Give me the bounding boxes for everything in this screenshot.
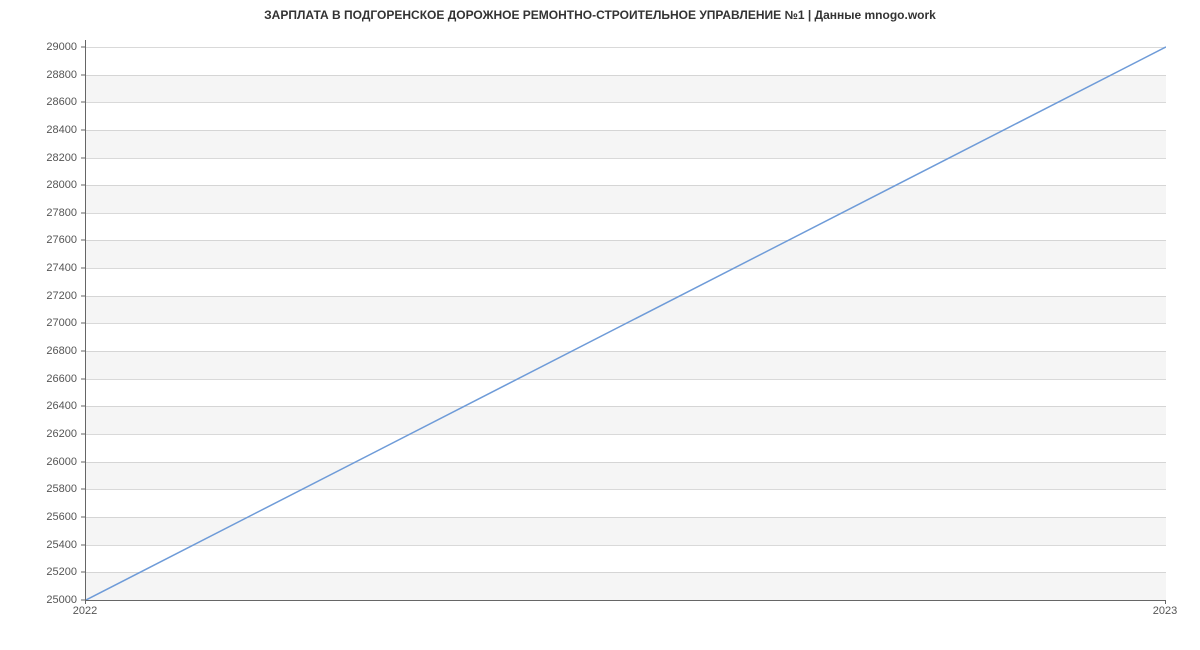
plot-area [85,40,1166,601]
chart-title: ЗАРПЛАТА В ПОДГОРЕНСКОЕ ДОРОЖНОЕ РЕМОНТН… [0,8,1200,22]
y-tick-label: 26200 [0,428,77,440]
y-tick-label: 25800 [0,483,77,495]
y-tick-label: 27200 [0,290,77,302]
y-tick-label: 25000 [0,594,77,606]
y-tick-label: 26400 [0,400,77,412]
y-tick-label: 27600 [0,234,77,246]
y-tick-label: 28400 [0,124,77,136]
y-tick-label: 25600 [0,511,77,523]
salary-line-chart: ЗАРПЛАТА В ПОДГОРЕНСКОЕ ДОРОЖНОЕ РЕМОНТН… [0,0,1200,650]
y-tick-label: 26800 [0,345,77,357]
y-tick-label: 25400 [0,539,77,551]
y-tick-label: 25200 [0,566,77,578]
y-tick-label: 26000 [0,456,77,468]
series-line [86,40,1166,600]
y-gridline [86,600,1166,601]
y-tick-label: 27800 [0,207,77,219]
y-tick-label: 28200 [0,152,77,164]
y-tick-label: 27400 [0,262,77,274]
y-tick-label: 29000 [0,41,77,53]
x-tick-label: 2023 [1153,605,1177,617]
y-tick-label: 26600 [0,373,77,385]
x-tick-mark [85,600,86,604]
y-tick-label: 27000 [0,317,77,329]
x-tick-label: 2022 [73,605,97,617]
y-tick-label: 28000 [0,179,77,191]
y-tick-label: 28600 [0,96,77,108]
x-tick-mark [1165,600,1166,604]
y-tick-label: 28800 [0,69,77,81]
